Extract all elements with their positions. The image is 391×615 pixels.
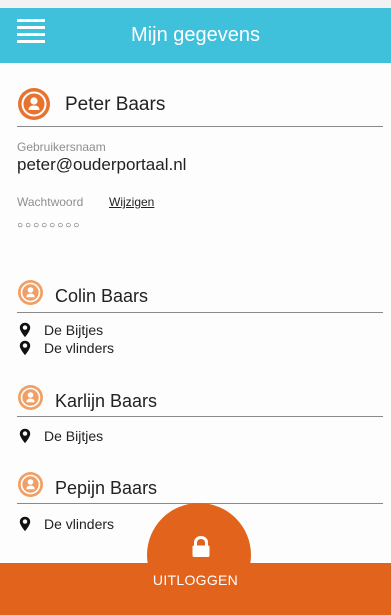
logout-label[interactable]: UITLOGGEN: [0, 572, 391, 588]
password-mask: ○○○○○○○○: [17, 220, 82, 231]
my-details-screen: Mijn gegevens Peter Baars Gebruikersnaam…: [0, 0, 391, 615]
lock-icon: [192, 536, 210, 557]
location-pin-icon: [19, 322, 31, 338]
username-label: Gebruikersnaam: [17, 140, 106, 154]
app-header: [0, 8, 391, 63]
location-pin-icon: [19, 428, 31, 444]
logout-button[interactable]: [0, 563, 391, 615]
location-pin-icon: [19, 340, 31, 356]
location-label: De Bijtjes: [44, 322, 104, 338]
child-avatar-icon: [18, 472, 43, 497]
username-value: peter@ouderportaal.nl: [17, 155, 187, 174]
user-name: Peter Baars: [65, 94, 166, 115]
location-item: De Bijtjes: [19, 428, 219, 444]
change-password-link[interactable]: Wijzigen: [109, 195, 154, 209]
child-name: Pepijn Baars: [55, 478, 158, 498]
location-label: De vlinders: [44, 516, 115, 532]
status-strip: [0, 0, 391, 8]
user-divider: [17, 126, 383, 127]
password-label: Wachtwoord: [17, 195, 84, 209]
child-name: Karlijn Baars: [55, 391, 158, 411]
child-avatar-icon: [18, 385, 43, 410]
location-pin-icon: [19, 516, 31, 532]
child-avatar-icon: [18, 280, 43, 305]
child-divider: [17, 416, 383, 417]
location-item: De vlinders: [19, 340, 219, 356]
user-avatar-icon: [18, 88, 50, 120]
hamburger-menu-icon[interactable]: [17, 19, 45, 45]
child-divider: [17, 312, 383, 313]
child-name: Colin Baars: [55, 286, 149, 306]
location-label: De Bijtjes: [44, 428, 104, 444]
location-label: De vlinders: [44, 340, 115, 356]
location-item: De Bijtjes: [19, 322, 219, 338]
